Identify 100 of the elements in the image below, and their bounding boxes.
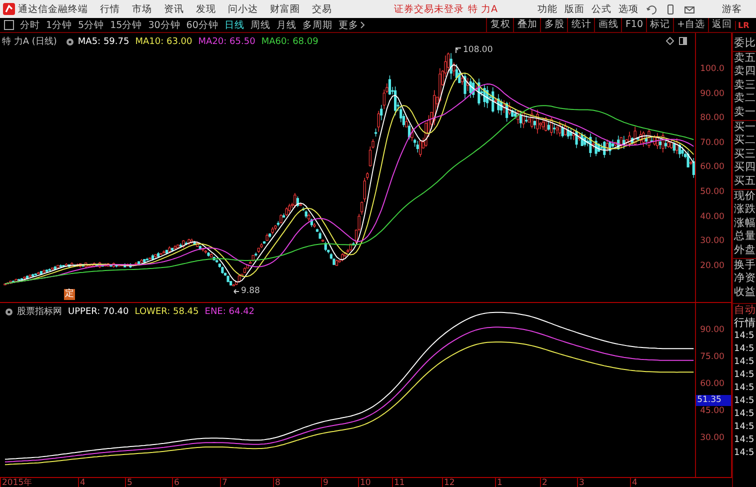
axis-label: 60.00 [700,379,724,389]
event-marker[interactable]: 定 [64,289,75,300]
date-axis-label: 12 [442,478,455,487]
chart-tool-button[interactable]: 统计 [567,18,594,32]
axis-label: 90.00 [700,88,724,99]
axis-label: 45.00 [700,406,724,416]
quote-field-label: 卖三 [733,78,756,92]
axis-label: 75.00 [700,352,724,362]
indicator-name: 股票指标网 [17,306,62,318]
axis-label: 30.00 [700,236,724,246]
tick-time: 14:5 [733,434,756,448]
panel-header-label: L [738,20,744,30]
panel-header-label: R [743,20,750,30]
quote-field-label: 卖四 [733,65,756,79]
indicator-value: MA20: 65.50 [198,36,256,46]
chart-tool-button[interactable]: 多股 [540,18,568,32]
period-tab[interactable]: 分时 [20,18,40,32]
period-tab[interactable]: 多周期 [302,18,332,32]
axis-label: 60.00 [700,162,724,172]
axis-label: 70.00 [700,138,724,148]
period-tab[interactable]: 60分钟 [186,18,218,32]
indicator-value: LOWER: 58.45 [134,306,199,316]
menu-item[interactable]: 市场 [132,2,152,16]
axis-label: 80.00 [700,113,724,124]
menu-item[interactable]: 财富圈 [270,2,300,16]
date-axis-label: 2 [540,478,548,487]
period-tab[interactable]: 1分钟 [46,18,72,32]
high-price-label: 108.00 [463,45,493,55]
period-tab[interactable]: 15分钟 [110,18,142,32]
period-tab[interactable]: 日线 [224,18,244,32]
quote-field-label: 卖二 [733,92,756,106]
axis-label: 100.0 [700,64,724,74]
menu-item[interactable]: 功能 [538,2,558,16]
quote-field-label: 换手 [733,258,756,272]
date-axis-label: 8 [273,478,280,487]
axis-label: 30.00 [700,433,724,443]
date-axis-label: 4 [630,478,638,487]
quote-field-label: 买二 [733,134,756,148]
login-notice[interactable]: 证券交易未登录 [394,2,464,16]
menu-item[interactable]: 公式 [592,2,612,16]
tick-time: 14:5 [733,447,756,460]
date-axis-label: 5 [125,478,132,487]
quote-field-label: 总量 [733,230,756,244]
quote-field-label: 委比 [733,37,756,51]
axis-label: 90.00 [700,325,724,335]
period-tab[interactable]: 5分钟 [78,18,104,32]
period-tab[interactable]: 30分钟 [148,18,180,32]
axis-label: 50.00 [700,187,724,197]
tick-panel-title: 行情 [733,317,756,330]
quote-field-label: 卖五 [733,50,756,66]
menu-item[interactable]: 选项 [618,2,639,16]
quote-field-label: 买一 [733,120,756,134]
indicator-value: MA5: 59.75 [78,36,130,46]
chart-tool-button[interactable]: 叠加 [513,18,540,32]
date-axis-label: 7 [220,478,228,487]
indicator-value: UPPER: 70.40 [68,306,129,316]
low-price-label: 9.88 [241,286,260,296]
chart-tool-button[interactable]: 画线 [594,18,622,32]
quote-field-label: 收益 [733,286,756,300]
quote-field-label: 买五 [733,174,756,189]
tick-time: 14:5 [733,382,756,396]
menu-item[interactable]: 发现 [196,2,216,16]
tick-time: 14:5 [733,421,756,434]
date-axis-label: 4 [78,478,86,487]
quote-field-label: 外盘 [733,244,756,258]
tick-mode-label[interactable]: 自动 [733,303,756,318]
menu-item[interactable]: 问小达 [228,2,258,16]
axis-label: 40.00 [700,212,724,222]
menu-item[interactable]: 版面 [564,2,585,16]
chart-tool-button[interactable]: 返回 [708,18,735,32]
quote-field-label: 卖一 [733,106,756,120]
tick-time: 14:5 [733,356,756,370]
date-axis-label: 11 [392,478,405,487]
tick-time: 14:5 [733,395,756,408]
app-title: 通达信金融终端 [18,2,88,16]
quote-field-label: 净资 [733,272,756,286]
period-tab[interactable]: 月线 [276,18,296,32]
chart-title: 特 力A (日线) [2,36,57,48]
chart-tool-button[interactable]: F10 [621,18,646,32]
current-value-label: 51.35 [696,394,731,406]
period-tab[interactable]: 周线 [250,18,270,32]
quote-field-label: 现价 [733,188,756,204]
tick-time: 14:5 [733,343,756,356]
quote-field-label: 买四 [733,161,756,175]
chart-tool-button[interactable]: 标记 [646,18,674,32]
user-name: 游客 [722,2,742,16]
chart-tool-button[interactable]: +自选 [673,18,708,32]
date-axis-label: 2015年 [0,478,33,487]
axis-label: 20.00 [700,260,724,271]
indicator-value: MA10: 63.00 [135,36,192,46]
tick-time: 14:5 [733,408,756,422]
quote-field-label: 买三 [733,148,756,162]
period-tab[interactable]: 更多 [338,18,366,32]
date-axis-label: 3 [577,478,584,487]
menu-item[interactable]: 资讯 [164,2,184,16]
chart-tool-button[interactable]: 复权 [486,18,514,32]
menu-item[interactable]: 行情 [100,2,120,16]
date-axis-label: 1 [495,478,502,487]
menu-item[interactable]: 交易 [312,2,332,16]
quote-field-label: 涨幅 [733,216,756,230]
